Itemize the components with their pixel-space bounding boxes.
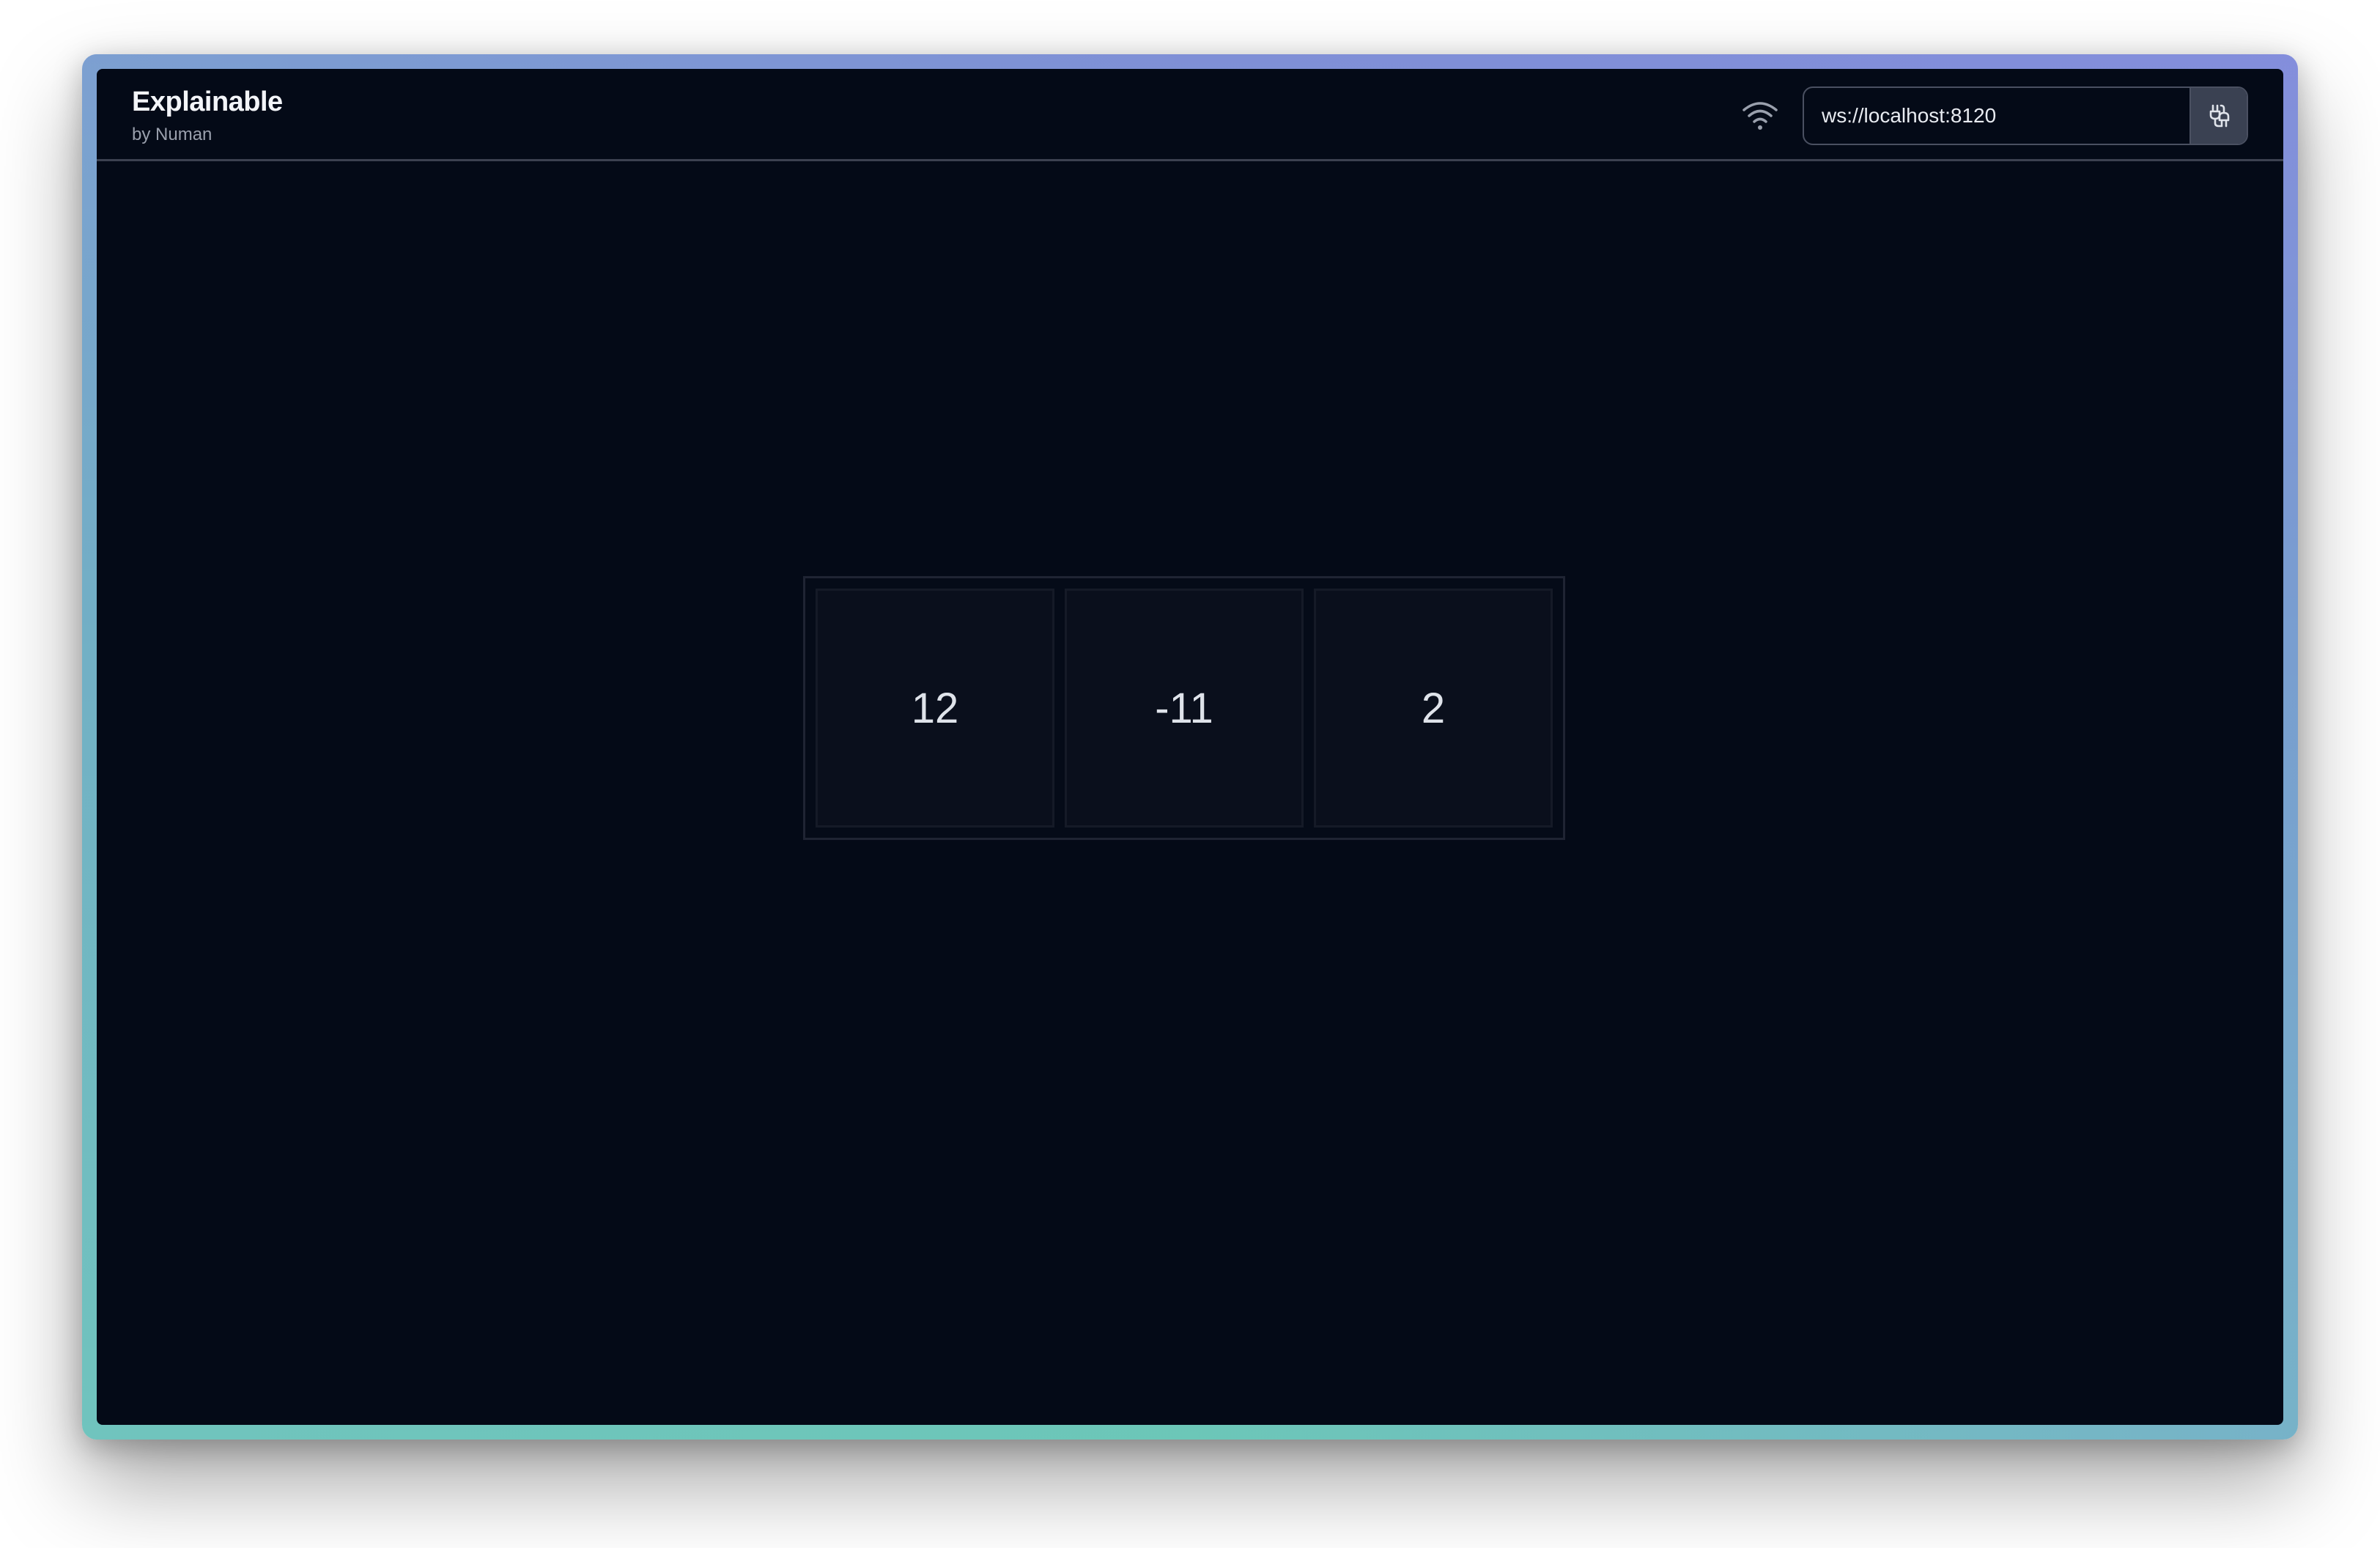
array-cell: -11 (1065, 589, 1304, 828)
connect-button[interactable] (2189, 88, 2247, 144)
connect-plug-icon (2209, 104, 2230, 128)
connection-url-group (1803, 86, 2248, 145)
array-cell: 2 (1314, 589, 1553, 828)
websocket-url-input[interactable] (1804, 88, 2189, 144)
app-window: Explainable by Numan 12 -11 (97, 69, 2283, 1425)
app-subtitle: by Numan (132, 125, 212, 144)
wifi-icon (1742, 102, 1778, 130)
array-visualization: 12 -11 2 (803, 576, 1565, 840)
window-frame: Explainable by Numan 12 -11 (82, 54, 2298, 1440)
array-cell: 12 (816, 589, 1054, 828)
app-title: Explainable (132, 86, 283, 117)
header: Explainable by Numan (97, 69, 2283, 161)
